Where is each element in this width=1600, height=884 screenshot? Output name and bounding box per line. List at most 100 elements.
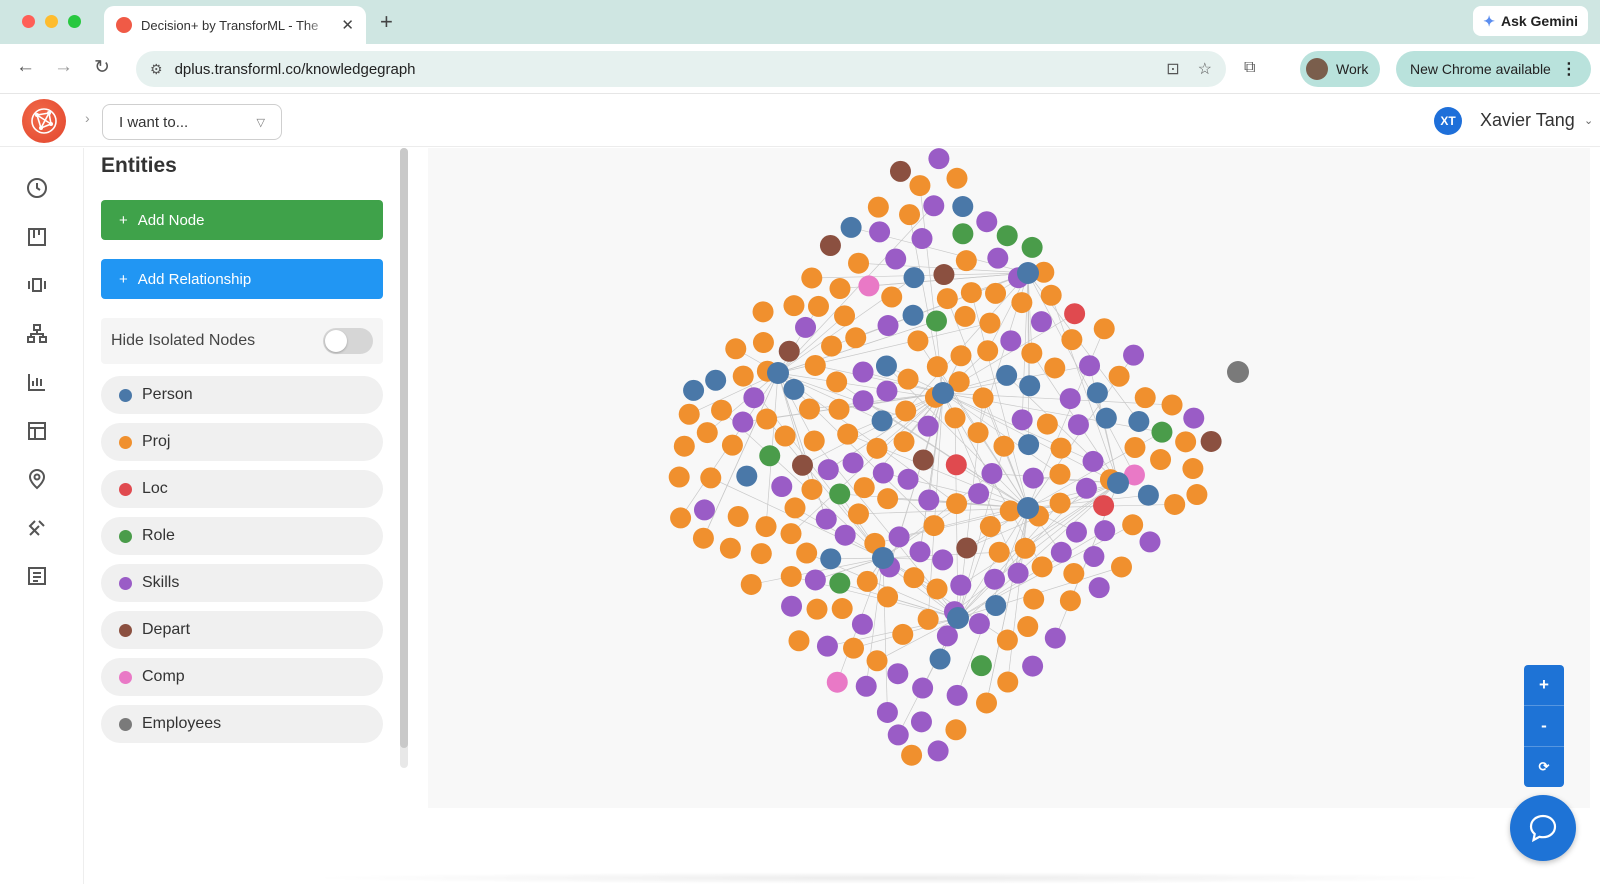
graph-hub-node[interactable] xyxy=(767,362,789,384)
graph-node[interactable] xyxy=(847,503,869,525)
graph-node[interactable] xyxy=(945,454,967,476)
graph-node[interactable] xyxy=(727,505,749,527)
graph-node[interactable] xyxy=(755,516,777,538)
graph-node[interactable] xyxy=(829,483,851,505)
graph-node[interactable] xyxy=(875,355,897,377)
graph-node[interactable] xyxy=(912,677,934,699)
graph-node[interactable] xyxy=(897,368,919,390)
graph-node[interactable] xyxy=(917,415,939,437)
graph-node[interactable] xyxy=(917,608,939,630)
graph-node[interactable] xyxy=(668,466,690,488)
graph-node[interactable] xyxy=(903,567,925,589)
graph-node[interactable] xyxy=(1019,375,1041,397)
graph-node[interactable] xyxy=(993,435,1015,457)
graph-node[interactable] xyxy=(1021,236,1043,258)
chrome-update-button[interactable]: New Chrome available ⋮ xyxy=(1396,51,1591,87)
url-text[interactable]: dplus.transforml.co/knowledgegraph xyxy=(175,61,1149,78)
back-icon[interactable]: ← xyxy=(16,56,35,78)
graph-node[interactable] xyxy=(889,160,911,182)
graph-node[interactable] xyxy=(1093,318,1115,340)
graph-node[interactable] xyxy=(946,167,968,189)
entity-role[interactable]: Role xyxy=(101,517,383,555)
graph-node[interactable] xyxy=(960,282,982,304)
graph-node[interactable] xyxy=(711,399,733,421)
graph-node[interactable] xyxy=(1030,311,1052,333)
graph-node[interactable] xyxy=(1050,541,1072,563)
graph-node[interactable] xyxy=(888,526,910,548)
graph-node[interactable] xyxy=(979,515,1001,537)
graph-node[interactable] xyxy=(985,282,1007,304)
graph-node[interactable] xyxy=(1175,431,1197,453)
graph-node[interactable] xyxy=(700,467,722,489)
graph-node[interactable] xyxy=(887,724,909,746)
graph-node[interactable] xyxy=(1014,537,1036,559)
intent-dropdown[interactable]: I want to... ▽ xyxy=(102,104,282,140)
graph-node[interactable] xyxy=(1061,329,1083,351)
graph-node[interactable] xyxy=(1151,421,1173,443)
graph-node[interactable] xyxy=(831,598,853,620)
graph-node[interactable] xyxy=(876,380,898,402)
graph-node[interactable] xyxy=(911,228,933,250)
graph-node[interactable] xyxy=(828,398,850,420)
graph-node[interactable] xyxy=(806,598,828,620)
graph-node[interactable] xyxy=(985,594,1007,616)
graph-node[interactable] xyxy=(1124,437,1146,459)
graph-node[interactable] xyxy=(1049,463,1071,485)
graph-node[interactable] xyxy=(851,613,873,635)
graph-node[interactable] xyxy=(918,489,940,511)
graph-node[interactable] xyxy=(885,248,907,270)
graph-hub-node[interactable] xyxy=(947,607,969,629)
graph-node[interactable] xyxy=(705,369,727,391)
graph-node[interactable] xyxy=(803,430,825,452)
graph-node[interactable] xyxy=(1161,394,1183,416)
graph-node[interactable] xyxy=(909,541,931,563)
graph-node[interactable] xyxy=(819,234,841,256)
graph-node[interactable] xyxy=(1059,388,1081,410)
minimize-window-button[interactable] xyxy=(45,15,58,28)
graph-node[interactable] xyxy=(1139,531,1161,553)
graph-node[interactable] xyxy=(952,196,974,218)
graph-node[interactable] xyxy=(1049,492,1071,514)
graph-node[interactable] xyxy=(926,356,948,378)
hierarchy-icon[interactable] xyxy=(25,322,49,346)
graph-node[interactable] xyxy=(907,330,929,352)
graph-node[interactable] xyxy=(929,648,951,670)
graph-node[interactable] xyxy=(1064,303,1086,325)
graph-hub-node[interactable] xyxy=(872,547,894,569)
graph-node[interactable] xyxy=(967,422,989,444)
graph-node[interactable] xyxy=(752,301,774,323)
graph-node[interactable] xyxy=(788,630,810,652)
graph-node[interactable] xyxy=(923,515,945,537)
graph-node[interactable] xyxy=(817,459,839,481)
chat-button[interactable] xyxy=(1510,795,1576,861)
graph-node[interactable] xyxy=(972,387,994,409)
graph-node[interactable] xyxy=(693,499,715,521)
graph-node[interactable] xyxy=(837,423,859,445)
graph-node[interactable] xyxy=(856,570,878,592)
user-menu-chevron-icon[interactable]: ⌄ xyxy=(1584,114,1593,127)
graph-node[interactable] xyxy=(932,549,954,571)
entity-person[interactable]: Person xyxy=(101,376,383,414)
graph-node[interactable] xyxy=(798,398,820,420)
graph-node[interactable] xyxy=(829,278,851,300)
entity-employees[interactable]: Employees xyxy=(101,705,383,743)
graph-node[interactable] xyxy=(1063,563,1085,585)
graph-node[interactable] xyxy=(933,264,955,286)
graph-node[interactable] xyxy=(780,523,802,545)
graph-node[interactable] xyxy=(946,493,968,515)
graph-node[interactable] xyxy=(834,524,856,546)
graph-node[interactable] xyxy=(1018,434,1040,456)
graph-node[interactable] xyxy=(872,462,894,484)
graph-node[interactable] xyxy=(1083,545,1105,567)
graph-node[interactable] xyxy=(871,410,893,432)
graph-node[interactable] xyxy=(1067,414,1089,436)
graph-node[interactable] xyxy=(1031,556,1053,578)
graph-node[interactable] xyxy=(1036,413,1058,435)
list-icon[interactable] xyxy=(25,564,49,588)
graph-node[interactable] xyxy=(1088,577,1110,599)
graph-node[interactable] xyxy=(925,310,947,332)
graph-node[interactable] xyxy=(944,407,966,429)
graph-nodes[interactable] xyxy=(668,148,1249,766)
maximize-window-button[interactable] xyxy=(68,15,81,28)
graph-node[interactable] xyxy=(866,437,888,459)
